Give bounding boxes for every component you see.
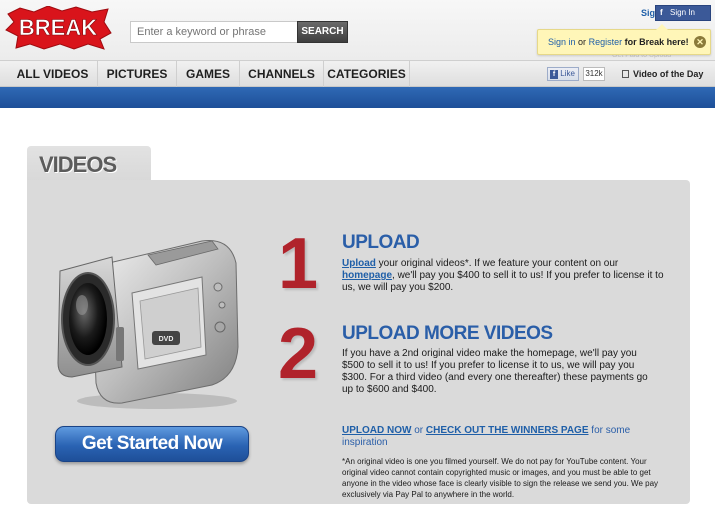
step-two-number: 2	[278, 314, 318, 394]
popup-suffix: for Break here!	[624, 37, 689, 47]
tab-title: VIDEOS	[39, 152, 117, 177]
close-icon[interactable]: ✕	[694, 36, 706, 48]
popup-or: or	[578, 37, 587, 47]
facebook-icon: f	[550, 70, 558, 79]
nav-item-channels[interactable]: CHANNELS	[240, 61, 324, 87]
search-button[interactable]: SEARCH	[297, 21, 348, 43]
like-label: Like	[560, 69, 575, 78]
header: BREAK SEARCH Sign fSign In Get Paid to U…	[0, 0, 715, 60]
step-two-title: UPLOAD MORE VIDEOS	[342, 323, 553, 344]
homepage-link[interactable]: homepage	[342, 270, 392, 281]
facebook-signin-button[interactable]: f Sign In	[655, 5, 711, 21]
videos-tab: VIDEOS	[27, 146, 151, 182]
popup-register-link[interactable]: Register	[589, 37, 623, 47]
popup-signin-link[interactable]: Sign in	[548, 37, 576, 47]
upload-now-link[interactable]: UPLOAD NOW	[342, 425, 411, 436]
video-of-the-day-label: Video of the Day	[633, 69, 704, 79]
upload-link[interactable]: Upload	[342, 258, 376, 269]
video-of-the-day-link[interactable]: Video of the Day	[622, 61, 703, 88]
step-one-number: 1	[278, 224, 318, 304]
like-count: 312k	[583, 67, 605, 81]
popup-arrow	[656, 24, 668, 30]
break-logo[interactable]: BREAK	[4, 6, 112, 50]
step-one-title: UPLOAD	[342, 232, 420, 253]
step-one-text-a: your original videos*. If we feature you…	[375, 258, 619, 269]
logo-text: BREAK	[19, 15, 97, 40]
facebook-icon: f	[660, 8, 663, 17]
nav-item-all-videos[interactable]: ALL VIDEOS	[8, 61, 98, 87]
nav-subbar	[0, 87, 715, 108]
facebook-like-button[interactable]: f Like	[547, 67, 579, 81]
signin-popup: Sign in or Register for Break here! ✕	[537, 24, 711, 55]
facebook-signin-label: Sign In	[670, 8, 695, 17]
main-nav: ALL VIDEOS PICTURES GAMES CHANNELS CATEG…	[0, 60, 715, 87]
step-one-text: Upload your original videos*. If we feat…	[342, 258, 664, 294]
links-or: or	[411, 425, 426, 436]
svg-text:DVD: DVD	[159, 336, 174, 343]
get-started-button[interactable]: Get Started Now	[55, 426, 249, 462]
camcorder-image: DVD	[57, 239, 239, 409]
nav-item-pictures[interactable]: PICTURES	[98, 61, 177, 87]
upload-links: UPLOAD NOW or CHECK OUT THE WINNERS PAGE…	[342, 425, 662, 449]
bookmark-icon	[622, 70, 629, 78]
nav-item-games[interactable]: GAMES	[177, 61, 240, 87]
step-two-text: If you have a 2nd original video make th…	[342, 348, 648, 395]
winners-page-link[interactable]: CHECK OUT THE WINNERS PAGE	[426, 425, 589, 436]
page: BREAK SEARCH Sign fSign In Get Paid to U…	[0, 0, 715, 506]
nav-item-categories[interactable]: CATEGORIES	[324, 61, 410, 87]
search-input[interactable]	[130, 21, 298, 43]
footnote-text: *An original video is one you filmed you…	[342, 457, 659, 499]
